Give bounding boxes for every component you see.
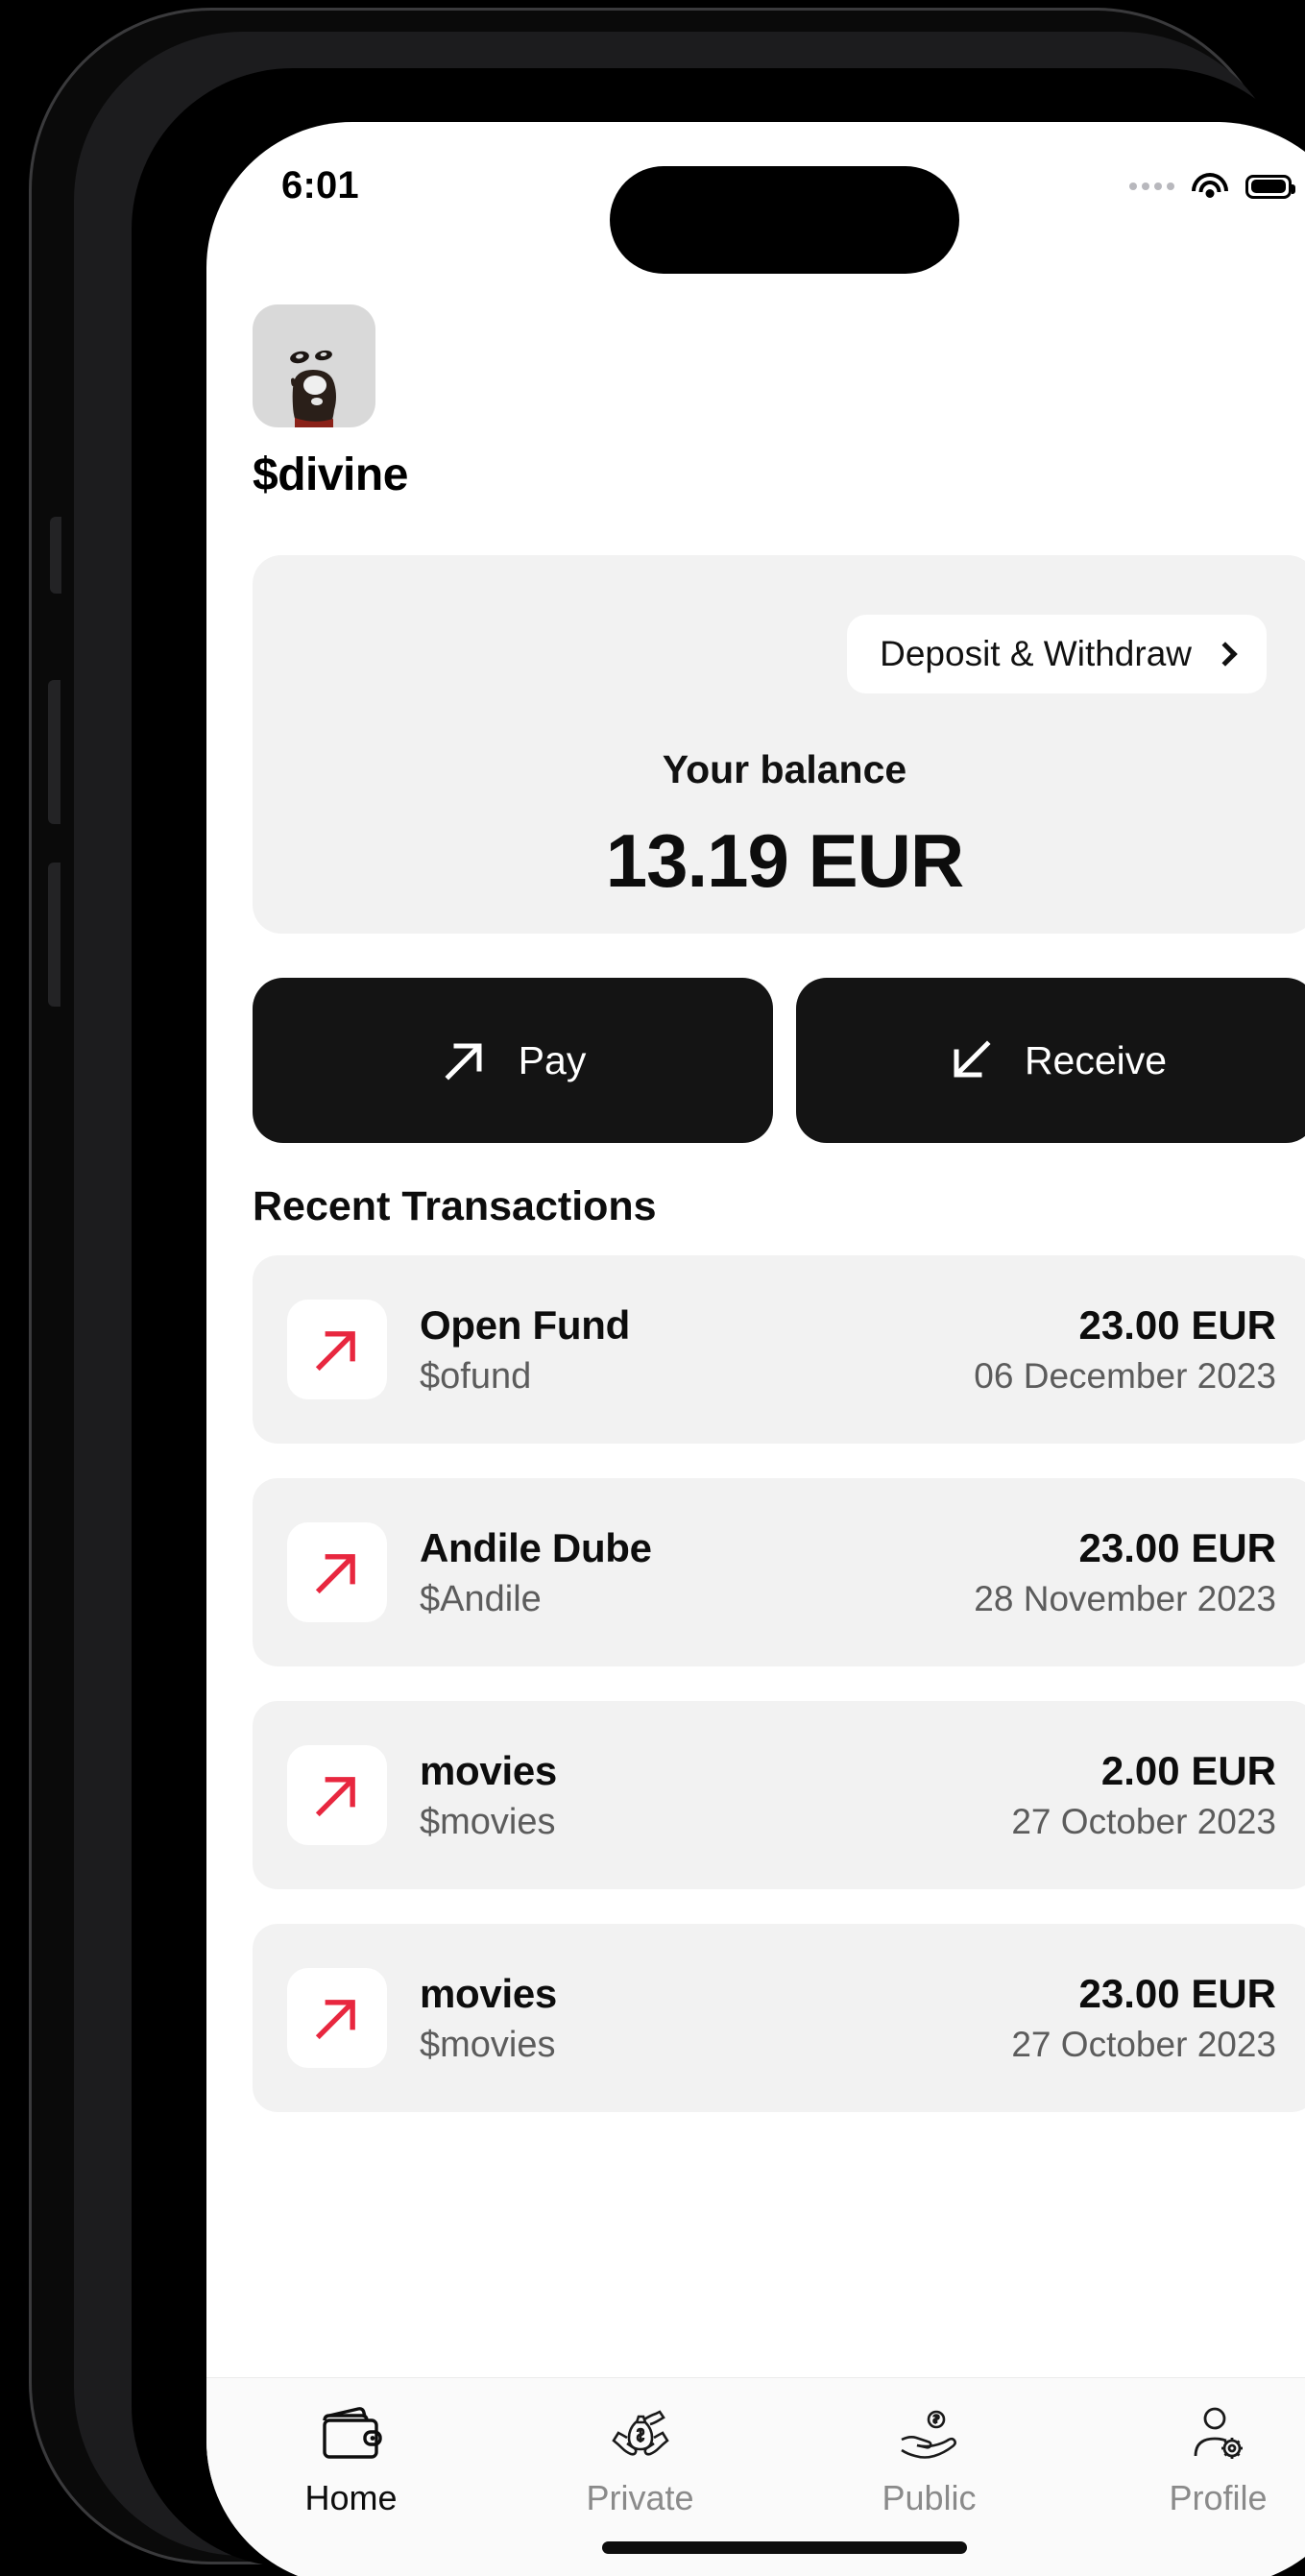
hand-coin-icon bbox=[895, 2403, 964, 2467]
transaction-icon-tile bbox=[287, 1522, 387, 1622]
volume-down-button[interactable] bbox=[48, 863, 60, 1007]
phone-frame: 6:01 $divine Deposit & Withdraw Your bal… bbox=[29, 8, 1305, 2576]
transaction-handle: $movies bbox=[420, 2024, 556, 2065]
transaction-meta: 23.00 EUR 28 November 2023 bbox=[974, 1525, 1276, 1619]
transaction-name: Andile Dube bbox=[420, 1524, 652, 1570]
home-indicator[interactable] bbox=[602, 2541, 967, 2554]
transaction-meta: 23.00 EUR 06 December 2023 bbox=[974, 1302, 1276, 1397]
transaction-name: movies bbox=[420, 1747, 557, 1793]
transaction-date: 27 October 2023 bbox=[1011, 2025, 1276, 2064]
transaction-handle: $Andile bbox=[420, 1578, 542, 1619]
tab-public-label: Public bbox=[882, 2478, 977, 2517]
transaction-info: Open Fund $ofund bbox=[420, 1302, 630, 1397]
action-buttons: Pay Receive bbox=[253, 978, 1305, 1143]
transaction-name: movies bbox=[420, 1970, 557, 2016]
balance-title: Your balance bbox=[662, 747, 907, 791]
wifi-icon bbox=[1191, 172, 1229, 201]
transaction-info: movies $movies bbox=[420, 1971, 557, 2066]
table-row[interactable]: movies $movies 2.00 EUR 27 October 2023 bbox=[253, 1701, 1305, 1889]
transaction-icon-tile bbox=[287, 1968, 387, 2068]
screenshot-root: 6:01 $divine Deposit & Withdraw Your bal… bbox=[0, 0, 1305, 2576]
transaction-meta: 23.00 EUR 27 October 2023 bbox=[1011, 1971, 1276, 2065]
dynamic-island bbox=[610, 166, 959, 274]
transaction-info: movies $movies bbox=[420, 1748, 557, 1843]
table-row[interactable]: Open Fund $ofund 23.00 EUR 06 December 2… bbox=[253, 1255, 1305, 1444]
recent-transactions-title: Recent Transactions bbox=[253, 1183, 657, 1229]
transaction-date: 27 October 2023 bbox=[1011, 1802, 1276, 1841]
transaction-handle: $ofund bbox=[420, 1355, 532, 1397]
status-time: 6:01 bbox=[281, 163, 359, 207]
volume-up-button[interactable] bbox=[48, 680, 60, 824]
tab-profile[interactable]: Profile bbox=[1074, 2403, 1305, 2518]
arrow-up-right-icon bbox=[315, 1554, 355, 1594]
app-content: $divine Deposit & Withdraw Your balance … bbox=[206, 235, 1305, 2576]
balance-amount: 13.19 EUR bbox=[605, 818, 965, 903]
pay-label: Pay bbox=[518, 1037, 587, 1082]
tab-private[interactable]: Private bbox=[495, 2403, 785, 2518]
balance-card: Deposit & Withdraw Your balance 13.19 EU… bbox=[253, 555, 1305, 934]
receive-label: Receive bbox=[1024, 1037, 1168, 1082]
tab-private-label: Private bbox=[586, 2478, 694, 2517]
tab-profile-label: Profile bbox=[1169, 2478, 1268, 2517]
battery-full-icon bbox=[1245, 174, 1295, 199]
user-gear-icon bbox=[1184, 2403, 1253, 2467]
table-row[interactable]: Andile Dube $Andile 23.00 EUR 28 Novembe… bbox=[253, 1478, 1305, 1666]
user-handle: $divine bbox=[253, 450, 408, 500]
transaction-amount: 2.00 EUR bbox=[1100, 1748, 1276, 1793]
transaction-date: 28 November 2023 bbox=[974, 1579, 1276, 1618]
deposit-withdraw-button[interactable]: Deposit & Withdraw bbox=[847, 615, 1267, 693]
phone-band: 6:01 $divine Deposit & Withdraw Your bal… bbox=[74, 32, 1305, 2576]
chevron-right-icon bbox=[1213, 642, 1238, 667]
money-bag-hands-icon bbox=[606, 2403, 675, 2467]
arrow-up-right-icon bbox=[315, 1777, 355, 1817]
transaction-date: 06 December 2023 bbox=[974, 1356, 1276, 1396]
avatar[interactable] bbox=[253, 304, 375, 427]
transaction-icon-tile bbox=[287, 1745, 387, 1845]
user-avatar-image bbox=[290, 350, 336, 427]
tab-public[interactable]: Public bbox=[785, 2403, 1074, 2518]
silent-switch[interactable] bbox=[50, 517, 61, 594]
arrow-up-right-icon bbox=[445, 1043, 482, 1081]
transaction-amount: 23.00 EUR bbox=[1078, 1971, 1276, 2016]
receive-button[interactable]: Receive bbox=[796, 978, 1305, 1143]
transaction-name: Open Fund bbox=[420, 1301, 630, 1348]
transactions-list: Open Fund $ofund 23.00 EUR 06 December 2… bbox=[253, 1255, 1305, 2112]
arrow-up-right-icon bbox=[315, 1331, 355, 1372]
phone-screen: 6:01 $divine Deposit & Withdraw Your bal… bbox=[206, 122, 1305, 2576]
arrow-up-right-icon bbox=[315, 2000, 355, 2040]
wallet-icon bbox=[317, 2403, 386, 2467]
profile-header: $divine bbox=[206, 235, 1305, 501]
status-indicators bbox=[1129, 172, 1295, 201]
transaction-meta: 2.00 EUR 27 October 2023 bbox=[1011, 1748, 1276, 1842]
transaction-icon-tile bbox=[287, 1300, 387, 1399]
table-row[interactable]: movies $movies 23.00 EUR 27 October 2023 bbox=[253, 1924, 1305, 2112]
transaction-amount: 23.00 EUR bbox=[1078, 1525, 1276, 1570]
tab-home[interactable]: Home bbox=[206, 2403, 495, 2518]
transaction-handle: $movies bbox=[420, 1801, 556, 1842]
transaction-amount: 23.00 EUR bbox=[1078, 1302, 1276, 1348]
phone-bezel: 6:01 $divine Deposit & Withdraw Your bal… bbox=[132, 68, 1305, 2576]
tab-home-label: Home bbox=[304, 2478, 398, 2517]
transaction-info: Andile Dube $Andile bbox=[420, 1525, 652, 1620]
pay-button[interactable]: Pay bbox=[253, 978, 773, 1143]
signal-dots-icon bbox=[1129, 182, 1174, 190]
deposit-withdraw-label: Deposit & Withdraw bbox=[880, 634, 1192, 673]
arrow-down-left-icon bbox=[954, 1040, 991, 1078]
